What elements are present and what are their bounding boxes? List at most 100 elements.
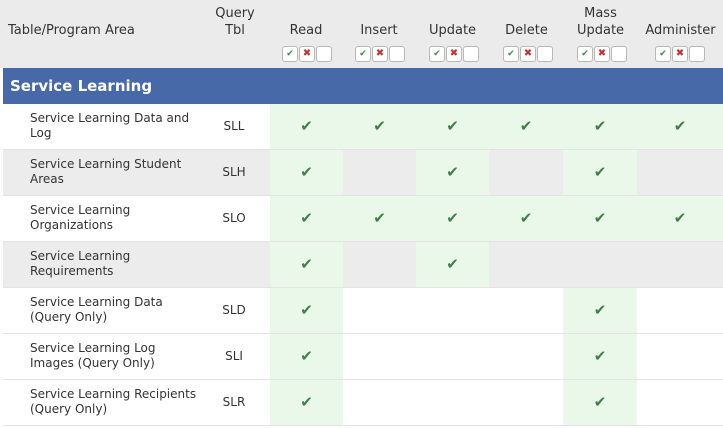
read-select-all-button[interactable]: ✔ (282, 46, 298, 62)
checkmark-icon: ✔ (593, 347, 607, 365)
permission-cell-insert[interactable] (343, 334, 416, 379)
permission-cell-read[interactable]: ✔ (270, 242, 343, 287)
column-header-mass-update: Mass Update (564, 5, 637, 39)
administer-bulk-toolbar: ✔ ✖ (655, 46, 705, 62)
checkmark-icon: ✔ (446, 163, 459, 181)
read-clear-all-button[interactable] (316, 46, 332, 62)
permission-cell-insert[interactable] (343, 288, 416, 333)
row-query-table-code: SLH (222, 165, 246, 179)
checkmark-icon: ✔ (300, 393, 313, 411)
permission-cell-administer[interactable]: ✔ (637, 196, 723, 241)
row-table-name-line2: (Query Only) (30, 402, 108, 416)
checkmark-icon: ✔ (446, 255, 459, 273)
row-table-name: Service Learning Log Images (Query Only) (30, 341, 200, 371)
permission-cell-administer[interactable] (637, 334, 723, 379)
delete-deny-all-button[interactable]: ✖ (520, 46, 536, 62)
administer-deny-all-button[interactable]: ✖ (672, 46, 688, 62)
permission-cell-administer[interactable] (637, 242, 723, 287)
row-table-name-line1: Service Learning Data (30, 295, 163, 309)
permission-cell-update[interactable] (416, 334, 489, 379)
permission-cell-mass-update[interactable]: ✔ (563, 334, 637, 379)
section-header-service-learning[interactable]: Service Learning (3, 68, 723, 104)
permission-cell-update[interactable]: ✔ (416, 150, 489, 195)
permission-cell-update[interactable]: ✔ (416, 242, 489, 287)
permission-cell-insert[interactable]: ✔ (343, 104, 416, 149)
permission-cell-read[interactable]: ✔ (270, 196, 343, 241)
checkmark-icon: ✔ (300, 301, 313, 319)
row-table-name-line1: Service Learning (30, 203, 131, 217)
column-header-administer: Administer (645, 23, 716, 38)
permission-cell-update[interactable] (416, 288, 489, 333)
update-clear-all-button[interactable] (463, 46, 479, 62)
permission-cell-delete[interactable]: ✔ (489, 104, 563, 149)
permission-cell-read[interactable]: ✔ (270, 380, 343, 425)
permission-cell-insert[interactable] (343, 150, 416, 195)
permission-cell-update[interactable]: ✔ (416, 104, 489, 149)
row-table-name: Service Learning Requirements (30, 249, 200, 279)
checkmark-icon: ✔ (593, 209, 607, 227)
permission-cell-update[interactable] (416, 380, 489, 425)
row-table-name-line2: Images (Query Only) (30, 356, 155, 370)
permission-cell-read[interactable]: ✔ (270, 288, 343, 333)
column-header-delete: Delete (505, 23, 548, 38)
row-query-table-code: SLI (225, 349, 243, 363)
table-row: Service Learning Student Areas SLH ✔ ✔ ✔ (3, 150, 723, 196)
permission-cell-delete[interactable] (489, 288, 563, 333)
delete-clear-all-button[interactable] (537, 46, 553, 62)
permission-cell-mass-update[interactable]: ✔ (563, 380, 637, 425)
row-table-name: Service Learning Student Areas (30, 157, 200, 187)
checkmark-icon: ✔ (593, 393, 607, 411)
delete-select-all-button[interactable]: ✔ (503, 46, 519, 62)
update-select-all-button[interactable]: ✔ (429, 46, 445, 62)
permission-cell-administer[interactable] (637, 288, 723, 333)
row-table-name-line1: Service Learning Student (30, 157, 182, 171)
insert-select-all-button[interactable]: ✔ (355, 46, 371, 62)
row-query-table-code: SLL (223, 119, 245, 133)
permission-cell-delete[interactable] (489, 150, 563, 195)
permission-cell-mass-update[interactable] (563, 242, 637, 287)
administer-select-all-button[interactable]: ✔ (655, 46, 671, 62)
row-table-name-line2: Areas (30, 172, 64, 186)
permission-cell-administer[interactable]: ✔ (637, 104, 723, 149)
permission-cell-delete[interactable] (489, 334, 563, 379)
column-header-query-tbl: Query Tbl (205, 5, 265, 39)
permission-cell-mass-update[interactable]: ✔ (563, 104, 637, 149)
permission-cell-mass-update[interactable]: ✔ (563, 288, 637, 333)
read-deny-all-button[interactable]: ✖ (299, 46, 315, 62)
permission-cell-delete[interactable]: ✔ (489, 196, 563, 241)
permission-cell-administer[interactable] (637, 380, 723, 425)
checkmark-icon: ✔ (593, 117, 607, 135)
insert-bulk-toolbar: ✔ ✖ (355, 46, 405, 62)
mass-update-select-all-button[interactable]: ✔ (577, 46, 593, 62)
mass-update-label-line2: Update (576, 23, 625, 38)
mass-update-bulk-toolbar: ✔ ✖ (577, 46, 627, 62)
insert-deny-all-button[interactable]: ✖ (372, 46, 388, 62)
checkmark-icon: ✔ (446, 117, 459, 135)
permission-cell-read[interactable]: ✔ (270, 334, 343, 379)
row-table-name-line2: Log (30, 126, 52, 140)
permission-cell-mass-update[interactable]: ✔ (563, 150, 637, 195)
permission-cell-read[interactable]: ✔ (270, 104, 343, 149)
mass-update-clear-all-button[interactable] (611, 46, 627, 62)
permission-cell-insert[interactable] (343, 380, 416, 425)
update-deny-all-button[interactable]: ✖ (446, 46, 462, 62)
permission-cell-read[interactable]: ✔ (270, 150, 343, 195)
query-tbl-label-line1: Query (215, 6, 255, 21)
table-row: Service Learning Log Images (Query Only) S… (3, 334, 723, 380)
permission-cell-administer[interactable] (637, 150, 723, 195)
checkmark-icon: ✔ (519, 117, 533, 135)
permission-cell-delete[interactable] (489, 380, 563, 425)
query-tbl-label-line2: Tbl (225, 23, 245, 38)
delete-bulk-toolbar: ✔ ✖ (503, 46, 553, 62)
permission-cell-delete[interactable] (489, 242, 563, 287)
row-table-name-line1: Service Learning Recipients (30, 387, 197, 401)
permission-cell-mass-update[interactable]: ✔ (563, 196, 637, 241)
insert-clear-all-button[interactable] (389, 46, 405, 62)
permission-cell-insert[interactable] (343, 242, 416, 287)
permission-cell-update[interactable]: ✔ (416, 196, 489, 241)
mass-update-deny-all-button[interactable]: ✖ (594, 46, 610, 62)
permission-cell-insert[interactable]: ✔ (343, 196, 416, 241)
administer-clear-all-button[interactable] (689, 46, 705, 62)
checkmark-icon: ✔ (593, 301, 607, 319)
table-row: Service Learning Recipients (Query Only) S… (3, 380, 723, 426)
